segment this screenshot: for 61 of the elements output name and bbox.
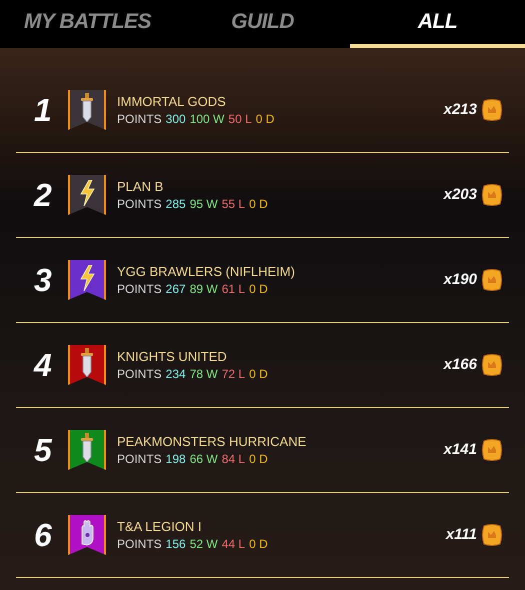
points-label: POINTS xyxy=(117,366,162,382)
wins-count: 66 W xyxy=(190,451,218,467)
draws-count: 0 D xyxy=(256,111,274,127)
reward-count: x203 xyxy=(444,184,477,205)
tab[interactable]: GUILD xyxy=(175,0,350,48)
losses-count: 61 L xyxy=(222,281,246,297)
draws-count: 0 D xyxy=(249,366,268,382)
draws-count: 0 D xyxy=(249,536,268,552)
merit-token-icon xyxy=(481,523,503,547)
guild-name: T&A LEGION I xyxy=(117,518,203,536)
merit-token-icon xyxy=(481,353,503,377)
wins-count: 100 W xyxy=(190,111,224,127)
points-label: POINTS xyxy=(117,196,162,212)
guild-name: YGG BRAWLERS (NIFLHEIM) xyxy=(117,263,295,281)
draws-count: 0 D xyxy=(249,196,268,212)
losses-count: 84 L xyxy=(222,451,246,467)
merit-token-icon xyxy=(481,183,503,207)
tab[interactable]: MY BATTLES xyxy=(0,0,175,48)
rank-number: 1 xyxy=(34,91,53,130)
points-label: POINTS xyxy=(117,536,162,552)
lightning-bolt-icon xyxy=(79,180,95,206)
points-value: 285 xyxy=(166,196,186,212)
guild-name: PLAN B xyxy=(117,178,164,196)
guild-name: PEAKMONSTERS HURRICANE xyxy=(117,433,306,451)
points-value: 156 xyxy=(166,536,186,552)
lightning-bolt-icon xyxy=(79,265,95,291)
reward-count: x213 xyxy=(444,100,477,120)
draws-count: 0 D xyxy=(249,281,268,297)
reward-count: x111 xyxy=(446,524,477,545)
draws-count: 0 D xyxy=(249,451,268,467)
reward-count: x190 xyxy=(444,270,477,290)
guild-name: KNIGHTS UNITED xyxy=(117,348,228,366)
wins-count: 52 W xyxy=(190,536,218,552)
rank-number: 5 xyxy=(34,431,54,470)
sword-icon xyxy=(80,93,94,123)
points-label: POINTS xyxy=(117,451,162,467)
points-value: 300 xyxy=(166,111,186,127)
losses-count: 55 L xyxy=(222,196,246,212)
losses-count: 50 L xyxy=(228,111,252,127)
rank-number: 2 xyxy=(34,176,53,215)
merit-token-icon xyxy=(481,438,503,462)
points-label: POINTS xyxy=(117,281,162,297)
rank-number: 4 xyxy=(34,346,53,385)
reward-count: x166 xyxy=(444,354,477,375)
reward-count: x141 xyxy=(444,440,477,460)
rank-number: 3 xyxy=(34,261,53,300)
points-value: 267 xyxy=(166,281,186,297)
guild-name: IMMORTAL GODS xyxy=(117,93,227,111)
merit-token-icon xyxy=(481,98,503,122)
losses-count: 72 L xyxy=(222,366,246,382)
wins-count: 95 W xyxy=(190,196,218,212)
rank-number: 6 xyxy=(34,516,53,555)
points-value: 234 xyxy=(166,366,186,382)
losses-count: 44 L xyxy=(222,536,246,552)
points-value: 198 xyxy=(166,451,186,467)
wins-count: 89 W xyxy=(190,281,218,297)
sword-icon xyxy=(80,433,94,463)
points-label: POINTS xyxy=(117,111,162,127)
sword-icon xyxy=(80,348,94,378)
merit-token-icon xyxy=(481,268,503,292)
wins-count: 78 W xyxy=(190,366,218,382)
